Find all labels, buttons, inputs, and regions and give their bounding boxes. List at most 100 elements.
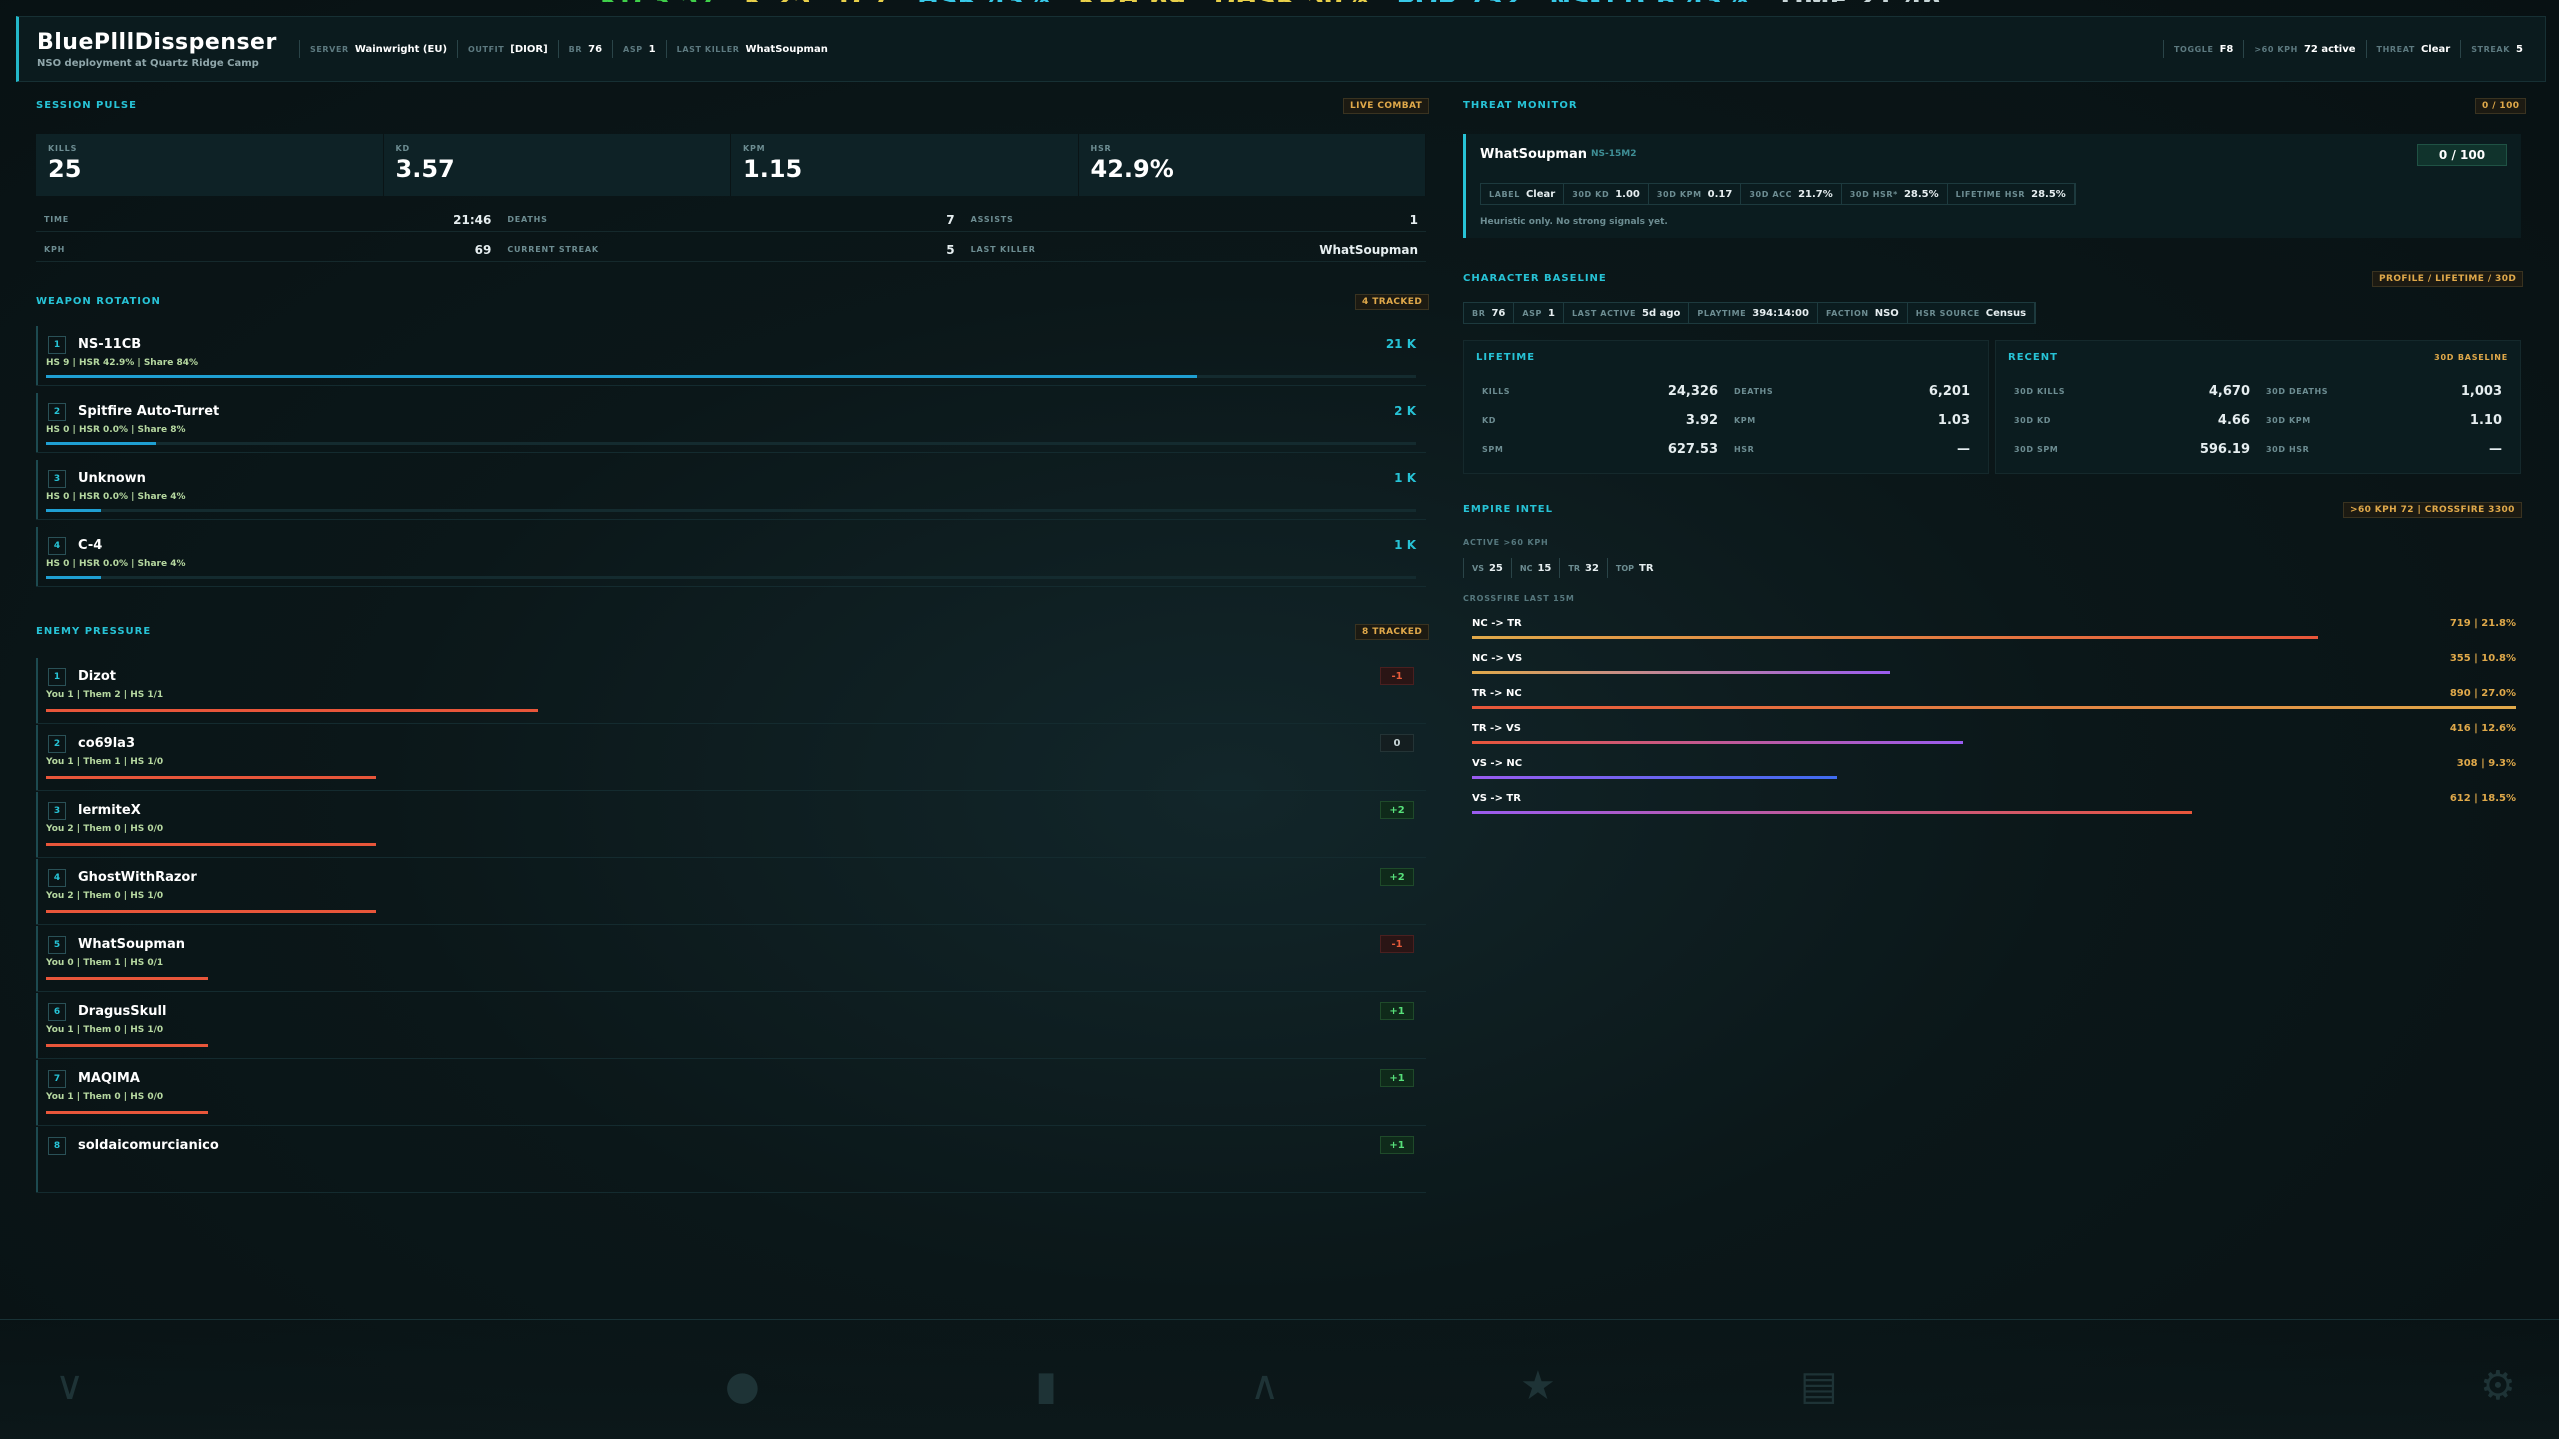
top-stat: D:7 bbox=[839, 0, 889, 2]
detail-cell: KPH 69 bbox=[36, 238, 500, 262]
faction-counts: VS 25 NC 15 TR 32 TOP TR bbox=[1463, 556, 1662, 580]
pill-value: Wainwright (EU) bbox=[354, 43, 448, 55]
stat-value: 4,670 bbox=[2208, 384, 2250, 399]
crossfire-bar bbox=[1472, 671, 1890, 674]
enemy-row[interactable]: 8 soldaicomurcianico +1 bbox=[36, 1127, 1426, 1193]
enemy-name: soldaicomurcianico bbox=[78, 1138, 219, 1153]
enemy-name: Dizot bbox=[78, 669, 116, 684]
top-stat: NS-11CB:43% bbox=[1549, 0, 1748, 2]
enemy-row[interactable]: 3 lermiteX You 2 | Them 0 | HS 0/0 +2 bbox=[36, 792, 1426, 858]
chip-value: 25 bbox=[1488, 562, 1503, 574]
info-chip: HSR SOURCE Census bbox=[1908, 303, 2036, 323]
enemy-stats: You 1 | Them 2 | HS 1/1 bbox=[46, 690, 164, 700]
detail-label: DEATHS bbox=[507, 215, 548, 224]
enemies-tracked-tag: 8 TRACKED bbox=[1355, 624, 1430, 640]
big-stat-label: KPM bbox=[743, 144, 766, 153]
enemy-row[interactable]: 7 MAQIMA You 1 | Them 0 | HS 0/0 +1 bbox=[36, 1060, 1426, 1126]
stat-value: — bbox=[2489, 442, 2502, 457]
row-edge bbox=[36, 859, 38, 924]
enemy-pressure-bar bbox=[46, 776, 376, 779]
enemy-name: DragusSkull bbox=[78, 1004, 167, 1019]
enemy-pressure-bar bbox=[46, 1111, 209, 1114]
info-chip: NC 15 bbox=[1510, 558, 1560, 578]
weapon-row[interactable]: 1 NS-11CB HS 9 | HSR 42.9% | Share 84% 21 K bbox=[36, 326, 1426, 386]
stat-row: KD 3.92 KPM 1.03 bbox=[1474, 406, 1978, 435]
lifetime-grid: KILLS 24,326 DEATHS 6,201 KD 3.92 KPM 1.03 SPM 62… bbox=[1474, 377, 1978, 464]
enemy-delta-badge: +1 bbox=[1380, 1069, 1414, 1087]
enemy-rank: 2 bbox=[48, 735, 66, 753]
weapon-name: C-4 bbox=[78, 538, 103, 553]
chip-value: 1.00 bbox=[1615, 188, 1640, 200]
enemy-row[interactable]: 2 co69la3 You 1 | Them 1 | HS 1/0 0 bbox=[36, 725, 1426, 791]
chip-label: VS bbox=[1472, 563, 1484, 573]
stat-label: 30D SPM bbox=[2014, 445, 2059, 454]
weapon-rotation-title: WEAPON ROTATION bbox=[36, 296, 161, 307]
chip-label: 30D HSR* bbox=[1849, 189, 1898, 199]
row-edge bbox=[36, 658, 38, 723]
enemy-stats: You 1 | Them 0 | HS 0/0 bbox=[46, 1092, 164, 1102]
chip-value: 5d ago bbox=[1642, 307, 1681, 319]
threat-player-class: NS-15M2 bbox=[1591, 149, 1637, 159]
enemy-rank: 8 bbox=[48, 1137, 66, 1155]
weapon-stats: HS 0 | HSR 0.0% | Share 4% bbox=[46, 492, 186, 502]
chip-label: TOP bbox=[1615, 563, 1635, 573]
weapon-row[interactable]: 3 Unknown HS 0 | HSR 0.0% | Share 4% 1 K bbox=[36, 460, 1426, 520]
detail-value: 69 bbox=[474, 242, 492, 257]
enemy-delta-badge: +2 bbox=[1380, 801, 1414, 819]
top-stat: DHSR:50% bbox=[1214, 0, 1369, 2]
stat-value: 596.19 bbox=[2199, 442, 2250, 457]
chip-value: 15 bbox=[1537, 562, 1552, 574]
crossfire-label: CROSSFIRE LAST 15M bbox=[1463, 594, 1575, 603]
stat-cell: 30D HSR — bbox=[2258, 442, 2510, 457]
chip-label: 30D KD bbox=[1572, 189, 1610, 199]
weapon-bar-track bbox=[46, 509, 1416, 512]
detail-cell: ASSISTS 1 bbox=[962, 208, 1426, 232]
enemy-row[interactable]: 6 DragusSkull You 1 | Them 0 | HS 1/0 +1 bbox=[36, 993, 1426, 1059]
pill-key: OUTFIT bbox=[468, 44, 505, 54]
info-chip: TR 32 bbox=[1559, 558, 1607, 578]
row-edge bbox=[36, 993, 38, 1058]
chip-value: 76 bbox=[1491, 307, 1506, 319]
enemy-rank: 6 bbox=[48, 1003, 66, 1021]
stat-value: 6,201 bbox=[1928, 384, 1970, 399]
stat-cell: KILLS 24,326 bbox=[1474, 384, 1726, 399]
chip-value: NSO bbox=[1874, 307, 1899, 319]
game-dock-background: ∨ ● ▮ ∧ ★ ▤ ⚙ bbox=[0, 1319, 2559, 1439]
threat-monitor-title: THREAT MONITOR bbox=[1463, 100, 1578, 111]
detail-value: WhatSoupman bbox=[1319, 242, 1418, 257]
lifetime-box: LIFETIME KILLS 24,326 DEATHS 6,201 KD 3.92 KPM… bbox=[1463, 340, 1989, 474]
row-edge bbox=[36, 792, 38, 857]
stat-value: 4.66 bbox=[2217, 413, 2250, 428]
chip-label: 30D KPM bbox=[1656, 189, 1702, 199]
top-stat: KD:3.57 bbox=[600, 0, 716, 2]
weapon-row[interactable]: 2 Spitfire Auto-Turret HS 0 | HSR 0.0% | S… bbox=[36, 393, 1426, 453]
chip-value: 1 bbox=[1548, 307, 1555, 319]
info-chip: VS 25 bbox=[1463, 558, 1511, 578]
empire-intel-title: EMPIRE INTEL bbox=[1463, 504, 1553, 515]
header-pill: >60 KPH 72 active bbox=[2243, 40, 2365, 58]
info-chip: BR 76 bbox=[1464, 303, 1515, 323]
info-chip: LAST ACTIVE 5d ago bbox=[1564, 303, 1690, 323]
stat-value: 3.92 bbox=[1685, 413, 1718, 428]
enemy-name: co69la3 bbox=[78, 736, 136, 751]
enemy-row[interactable]: 5 WhatSoupman You 0 | Them 1 | HS 0/1 -1 bbox=[36, 926, 1426, 992]
detail-label: CURRENT STREAK bbox=[507, 245, 599, 254]
live-combat-tag: LIVE COMBAT bbox=[1343, 98, 1430, 114]
row-edge bbox=[36, 393, 38, 452]
detail-cell: TIME 21:46 bbox=[36, 208, 500, 232]
enemy-delta-badge: -1 bbox=[1380, 667, 1414, 685]
pill-value: [DIOR] bbox=[510, 43, 548, 55]
crossfire-pair: NC -> VS bbox=[1472, 653, 1523, 664]
crossfire-row: NC -> TR 719 | 21.8% bbox=[1472, 614, 2516, 649]
deployment-subtitle: NSO deployment at Quartz Ridge Camp bbox=[37, 57, 259, 69]
big-stat: HSR 42.9% bbox=[1079, 134, 1426, 196]
stat-row: KILLS 24,326 DEATHS 6,201 bbox=[1474, 377, 1978, 406]
header-pill: THREAT Clear bbox=[2365, 40, 2461, 58]
enemy-row[interactable]: 1 Dizot You 1 | Them 2 | HS 1/1 -1 bbox=[36, 658, 1426, 724]
info-chip: 30D HSR* 28.5% bbox=[1842, 184, 1948, 204]
chip-value: 0.17 bbox=[1707, 188, 1733, 200]
enemy-row[interactable]: 4 GhostWithRazor You 2 | Them 0 | HS 1/0 +2 bbox=[36, 859, 1426, 925]
weapon-share-bar bbox=[46, 442, 156, 445]
info-chip: TOP TR bbox=[1606, 558, 1662, 578]
weapon-row[interactable]: 4 C-4 HS 0 | HSR 0.0% | Share 4% 1 K bbox=[36, 527, 1426, 587]
